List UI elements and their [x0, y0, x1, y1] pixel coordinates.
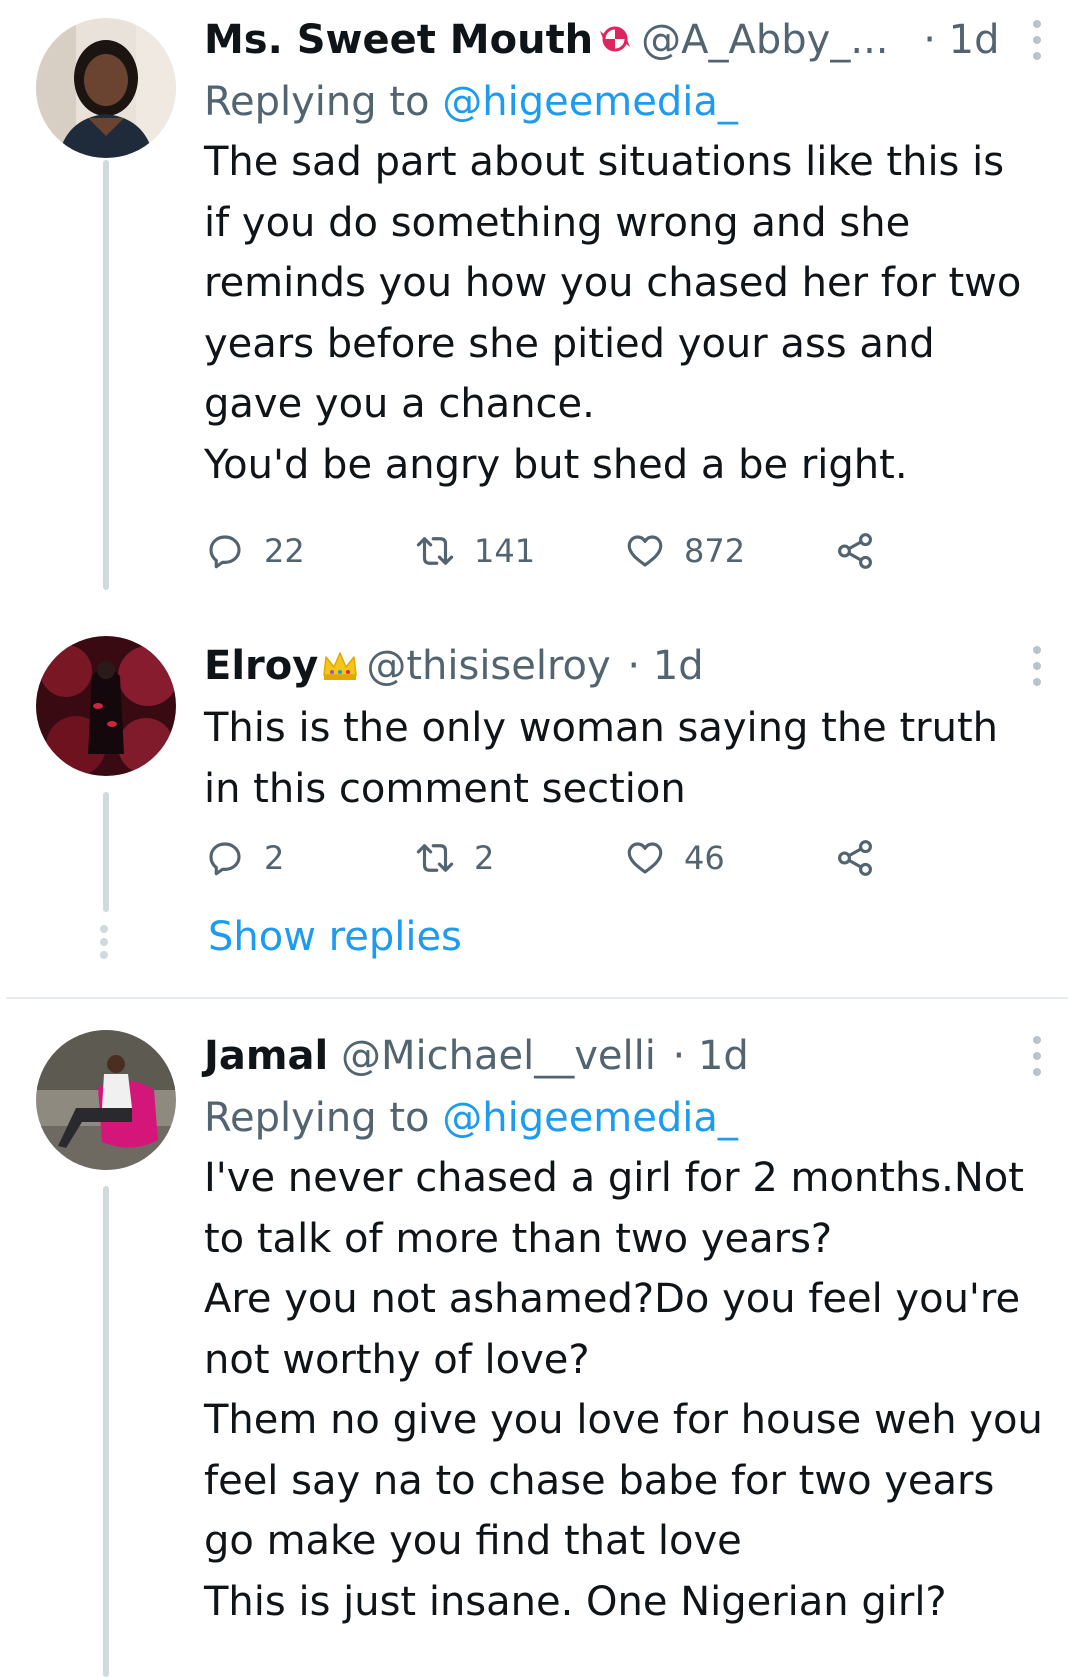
reply-icon	[209, 842, 241, 876]
tweet-text: I've never chased a girl for 2 months.No…	[204, 1148, 1054, 1632]
tweet-text-line: The sad part about situations like this …	[204, 139, 1005, 185]
like-button[interactable]: 46	[624, 828, 725, 888]
more-options-icon[interactable]	[1032, 1036, 1042, 1076]
tweet-text-line: Are you not ashamed?Do you feel you're	[204, 1276, 1021, 1322]
tweet-text-line: years before she pitied your ass and	[204, 320, 935, 367]
reply-button[interactable]: 22	[204, 521, 305, 581]
crown-emoji	[320, 645, 360, 685]
timestamp[interactable]: · 1d	[673, 1033, 749, 1079]
tweet-text-line: go make you find that love	[204, 1518, 742, 1564]
tweet-text-line: This is the only woman saying the truth	[204, 705, 999, 751]
display-name[interactable]: Elroy	[204, 643, 318, 689]
like-count: 46	[684, 839, 725, 877]
tweet-header: Ms. Sweet Mouth @A_Abby_... · 1d	[204, 14, 1054, 66]
retweet-count: 141	[474, 532, 536, 570]
replying-prefix: Replying to	[204, 79, 430, 125]
tweet-header: Elroy @thisiselroy · 1d	[204, 640, 1054, 692]
reply-count: 2	[264, 839, 285, 877]
replying-to: Replying to @higeemedia_	[204, 72, 1054, 132]
candy-emoji	[595, 19, 635, 59]
retweet-icon	[416, 537, 454, 565]
replying-prefix: Replying to	[204, 1095, 430, 1141]
tweet-text-line: I've never chased a girl for 2 months.No…	[204, 1155, 1024, 1201]
tweet-text-line: reminds you how you chased her for two	[204, 260, 1022, 306]
tweet-text: This is the only woman saying the truth …	[204, 698, 1054, 819]
share-button[interactable]	[834, 521, 876, 581]
divider	[6, 997, 1068, 999]
tweet-header: Jamal @Michael__velli · 1d	[204, 1030, 1054, 1082]
display-name[interactable]: Jamal	[204, 1033, 328, 1079]
share-button[interactable]	[834, 828, 876, 888]
more-options-icon[interactable]	[1032, 646, 1042, 686]
reply-icon	[209, 535, 241, 569]
tweet-actions: 22 141 872	[204, 521, 904, 581]
heart-icon	[627, 842, 663, 874]
tweet-text-line: in this comment section	[204, 765, 686, 812]
more-options-icon[interactable]	[1032, 20, 1042, 60]
tweet-text: The sad part about situations like this …	[204, 132, 1054, 495]
tweet-text-line: This is just insane. One Nigerian girl?	[204, 1578, 947, 1625]
reply-button[interactable]: 2	[204, 828, 284, 888]
mention-link[interactable]: @higeemedia_	[442, 1095, 738, 1141]
avatar[interactable]	[36, 636, 176, 776]
tweet-actions: 2 2 46	[204, 828, 904, 888]
thread-line	[103, 792, 109, 912]
retweet-icon	[416, 844, 454, 872]
replying-to: Replying to @higeemedia_	[204, 1088, 1054, 1148]
tweet-text-line: to talk of more than two years?	[204, 1215, 833, 1262]
tweet-text-line: Them no give you love for house weh you	[204, 1397, 1043, 1443]
thread-line	[103, 160, 109, 590]
retweet-button[interactable]: 141	[414, 521, 535, 581]
share-icon	[838, 533, 872, 569]
like-count: 872	[684, 532, 746, 570]
tweet-text-line: feel say na to chase babe for two years	[204, 1457, 995, 1504]
thread-ellipsis-icon	[99, 925, 109, 959]
timestamp[interactable]: · 1d	[627, 643, 703, 689]
avatar[interactable]	[36, 18, 176, 158]
timestamp[interactable]: · 1d	[923, 17, 999, 63]
mention-link[interactable]: @higeemedia_	[442, 79, 738, 125]
handle[interactable]: @Michael__velli	[341, 1033, 656, 1079]
display-name[interactable]: Ms. Sweet Mouth	[204, 17, 593, 63]
tweet-text-line: You'd be angry but shed a be right.	[204, 441, 908, 488]
retweet-button[interactable]: 2	[414, 828, 494, 888]
tweet-text-line: not worthy of love?	[204, 1336, 590, 1383]
show-replies-link[interactable]: Show replies	[208, 914, 462, 960]
like-button[interactable]: 872	[624, 521, 745, 581]
tweet-text-line: gave you a chance.	[204, 381, 595, 427]
thread-line	[103, 1186, 109, 1677]
reply-count: 22	[264, 532, 305, 570]
handle[interactable]: @thisiselroy	[366, 643, 610, 689]
retweet-count: 2	[474, 839, 495, 877]
handle[interactable]: @A_Abby_...	[641, 17, 888, 63]
avatar[interactable]	[36, 1030, 176, 1170]
share-icon	[838, 840, 872, 876]
heart-icon	[627, 535, 663, 567]
tweet-text-line: if you do something wrong and she	[204, 199, 911, 246]
